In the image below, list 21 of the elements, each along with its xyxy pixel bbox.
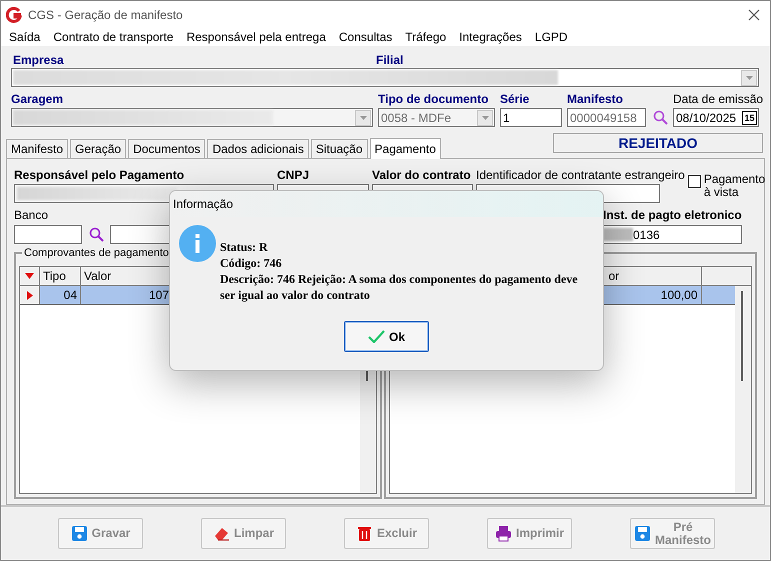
field-label: Manifesto (567, 92, 624, 106)
table-cell: 04 (40, 286, 81, 304)
field-label: Garagem (11, 92, 64, 106)
field-label: Banco (14, 208, 50, 222)
field-label: Identificador de contratante estrangeiro (476, 168, 685, 182)
field-label: Inst. de pagto eletronico (602, 208, 742, 222)
field-label: Filial (376, 53, 404, 67)
field-label: CNPJ (277, 168, 310, 182)
dialog-title: Informação (170, 191, 603, 217)
field-label: Tipo de documento (378, 92, 490, 106)
field-label: Série (500, 92, 530, 106)
column-header: Tipo (40, 267, 81, 285)
field-label: Data de emissão (673, 92, 764, 106)
checkbox-label: Pagamento à vista (704, 173, 766, 199)
field-label: Valor do contrato (372, 168, 472, 182)
group-title: Comprovantes de pagamento (22, 246, 171, 260)
field-label: Responsável pelo Pagamento (14, 168, 186, 182)
status-label: REJEITADO (553, 133, 763, 153)
message-line: Status: R (220, 239, 269, 255)
field-label: Empresa (12, 53, 65, 67)
window-title: CGS - Geração de manifesto (28, 7, 183, 24)
